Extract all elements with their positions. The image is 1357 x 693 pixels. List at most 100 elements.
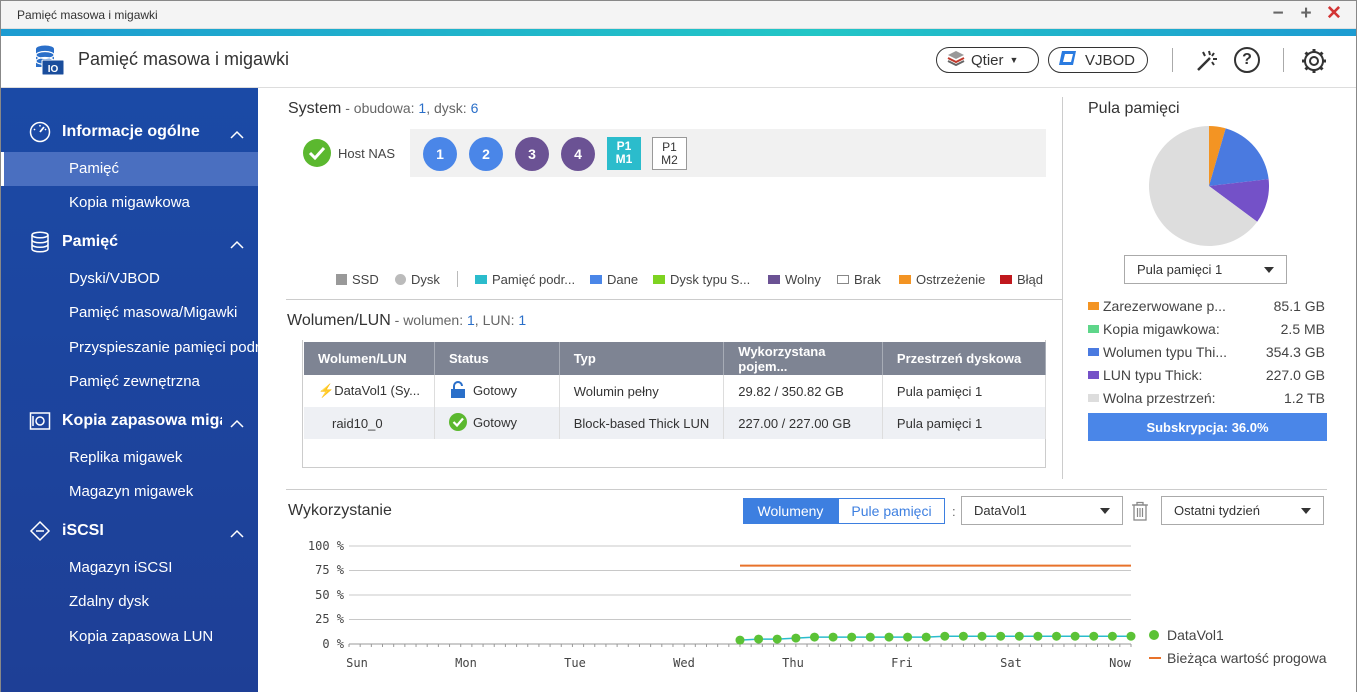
sidebar-section-label: Informacje ogólne [62,123,200,140]
legend-label: Dane [607,272,639,287]
sidebar-section-label: iSCSI [62,522,104,539]
sidebar-item-remote-disk[interactable]: Zdalny dysk [1,585,258,619]
qtier-layers-icon [947,50,965,70]
help-icon[interactable]: ? [1234,47,1260,73]
chevron-down-icon [1100,508,1110,514]
pool-select[interactable]: Pula pamięci 1 [1124,255,1287,284]
y-tick-label: 75 % [315,563,344,577]
pool-item-value: 2.5 MB [1280,321,1325,337]
legend-none: Brak [837,272,881,287]
m2-slot-2[interactable]: P1 M2 [652,137,687,170]
volume-select[interactable]: DataVol1 [961,496,1123,525]
minimize-icon[interactable]: − [1266,3,1290,25]
pool-item-label: Zarezerwowane p... [1103,298,1226,314]
y-tick-label: 0 % [322,637,344,651]
col-header[interactable]: Wykorzystana pojem... [723,342,883,375]
legend-label: Błąd [1017,272,1044,287]
legend-label: Pamięć podr... [492,272,576,287]
disk-prefix: , dysk: [426,100,471,116]
y-tick-label: 50 % [315,588,344,602]
pool-legend-reserved: Zarezerwowane p... [1088,298,1226,314]
m2-slot-1[interactable]: P1 M1 [607,137,641,170]
disk-slot-2[interactable]: 2 [469,137,503,171]
table-row[interactable]: ⚡DataVol1 (Sy... Gotowy Wolumin pełny 29… [304,375,1047,407]
volume-count: 1 [467,312,475,328]
sidebar-item-storage-snapshots[interactable]: Pamięć masowa/Migawki [1,296,258,330]
sidebar-section-iscsi[interactable]: iSCSI [1,516,258,546]
enclosure-prefix: - obudowa: [341,100,419,116]
disk-tray [410,129,1046,177]
sidebar-section-snapshot-backup[interactable]: Kopia zapasowa migawek [1,406,258,436]
snapshot-backup-icon [29,410,51,432]
pool-item-value: 354.3 GB [1265,344,1325,360]
pool-item-label: Wolna przestrzeń: [1103,390,1216,406]
sidebar-item-snapshot-replica[interactable]: Replika migawek [1,441,258,475]
system-title: System [288,100,342,117]
type-cell: Wolumin pełny [559,375,725,407]
gear-icon[interactable] [1299,46,1329,76]
lock-status-icon [449,380,467,402]
used-cell: 29.82 / 350.82 GB [723,375,883,407]
chevron-up-icon[interactable] [230,525,244,538]
close-icon[interactable]: ✕ [1322,3,1346,25]
system-heading: System - obudowa: 1, dysk: 6 [288,100,478,118]
divider [286,489,1327,490]
sidebar-item-snapshot-vault[interactable]: Magazyn migawek [1,475,258,509]
sidebar-item-external-storage[interactable]: Pamięć zewnętrzna [1,365,258,399]
legend-disk: Dysk [395,272,440,287]
chevron-up-icon[interactable] [230,236,244,249]
disk-slot-1[interactable]: 1 [423,137,457,171]
x-tick-label: Mon [455,656,477,670]
tab-pools[interactable]: Pule pamięci [838,498,945,524]
pool-pie-chart [1149,126,1269,246]
chevron-up-icon[interactable] [230,415,244,428]
storage-database-icon [29,231,51,253]
col-header[interactable]: Typ [559,342,725,375]
legend-label: Bieżąca wartość progowa [1167,650,1327,666]
table-row[interactable]: raid10_0 Gotowy Block-based Thick LUN 22… [304,407,1047,439]
pool-title: Pula pamięci [1088,100,1180,117]
trash-icon[interactable] [1130,500,1150,522]
col-header[interactable]: Przestrzeń dyskowa [882,342,1047,375]
vjbod-button[interactable]: VJBOD [1048,47,1148,73]
lun-count: 1 [518,312,527,328]
disk-slot-4[interactable]: 4 [561,137,595,171]
window-title: Pamięć masowa i migawki [17,8,158,22]
chevron-down-icon [1301,508,1311,514]
pool-cell: Pula pamięci 1 [882,375,1047,407]
pool-legend-free: Wolna przestrzeń: [1088,390,1216,406]
chevron-up-icon[interactable] [230,126,244,139]
qtier-button[interactable]: Qtier ▼ [936,47,1039,73]
app-logo-icon: IO [32,43,66,77]
sidebar-item-memory[interactable]: Pamięć [1,152,258,186]
wand-icon[interactable] [1193,47,1221,75]
sidebar-item-lun-backup[interactable]: Kopia zapasowa LUN [1,620,258,654]
pool-legend-thick-lun: LUN typu Thick: [1088,367,1202,383]
app-window: Pamięć masowa i migawki − + ✕ IO Pamięć … [0,0,1357,692]
pool-item-label: Kopia migawkowa: [1103,321,1220,337]
pool-item-value: 85.1 GB [1273,298,1325,314]
period-select[interactable]: Ostatni tydzień [1161,496,1324,525]
sidebar-item-iscsi-storage[interactable]: Magazyn iSCSI [1,551,258,585]
tab-volumes[interactable]: Wolumeny [743,498,838,524]
sidebar-item-cache-acceleration[interactable]: Przyspieszanie pamięci podręcznej [1,331,258,365]
check-circle-icon [303,139,331,167]
col-header[interactable]: Status [434,342,560,375]
col-header[interactable]: Wolumen/LUN [304,342,435,375]
x-tick-label: Now [1109,656,1131,670]
pool-item-label: LUN typu Thick: [1103,367,1203,383]
volume-table: Wolumen/LUN Status Typ Wykorzystana poje… [304,342,1047,439]
period-select-value: Ostatni tydzień [1174,503,1260,518]
sidebar-section-overview[interactable]: Informacje ogólne [1,117,258,147]
legend-label: DataVol1 [1167,627,1224,643]
legend-label: SSD [352,272,379,287]
sidebar-item-snapshot-copy[interactable]: Kopia migawkowa [1,186,258,220]
disk-slot-3[interactable]: 3 [515,137,549,171]
sidebar-section-storage[interactable]: Pamięć [1,227,258,257]
x-tick-label: Thu [782,656,804,670]
sidebar-item-disks-vjbod[interactable]: Dyski/VJBOD [1,262,258,296]
pool-item-value: 1.2 TB [1284,390,1325,406]
maximize-icon[interactable]: + [1294,3,1318,25]
qtier-dropdown-icon: ▼ [1009,55,1019,65]
legend-cache: Pamięć podr... [475,272,575,287]
